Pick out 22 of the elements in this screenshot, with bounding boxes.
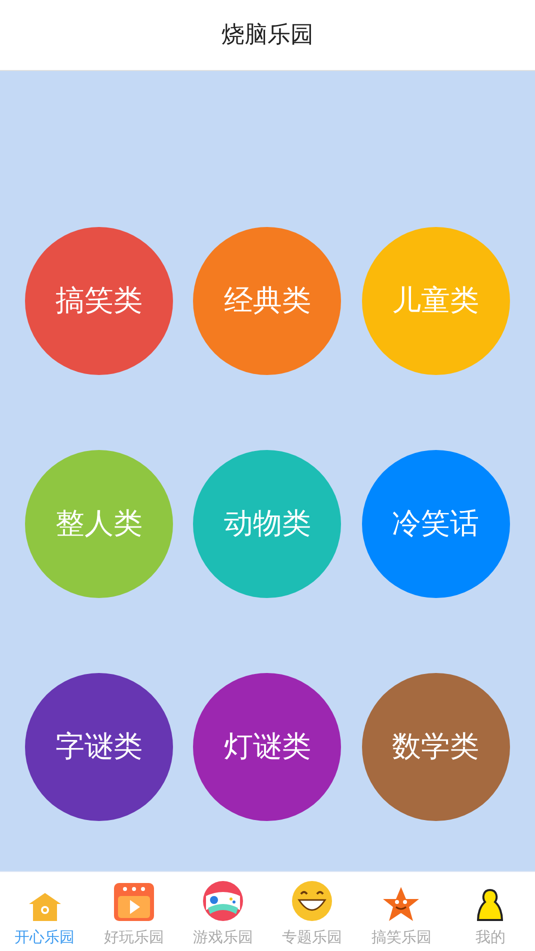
video-icon [112,882,155,922]
category-button[interactable]: 字谜类 [25,673,173,821]
category-button[interactable]: 动物类 [193,450,342,598]
category-button[interactable]: 整人类 [25,450,173,598]
category-button[interactable]: 灯谜类 [193,673,342,821]
category-button[interactable]: 冷笑话 [362,450,510,598]
house-icon [28,892,62,922]
category-button[interactable]: 搞笑类 [25,227,173,375]
tab-button[interactable]: 专题乐园 [268,872,357,951]
smiley-icon [291,880,334,922]
tab-button[interactable]: 开心乐园 [0,872,90,951]
person-icon [475,888,506,922]
star-icon [382,886,420,922]
category-button[interactable]: 儿童类 [362,227,510,375]
tab-button[interactable]: 我的 [446,872,535,951]
tab-button[interactable]: 好玩乐园 [89,872,178,951]
page-title: 烧脑乐园 [222,20,314,50]
category-button[interactable]: 经典类 [193,227,342,375]
gamepad-icon [202,880,244,922]
tab-button[interactable]: 搞笑乐园 [356,872,446,951]
category-button[interactable]: 数学类 [362,673,510,821]
tab-button[interactable]: 游戏乐园 [178,872,268,951]
